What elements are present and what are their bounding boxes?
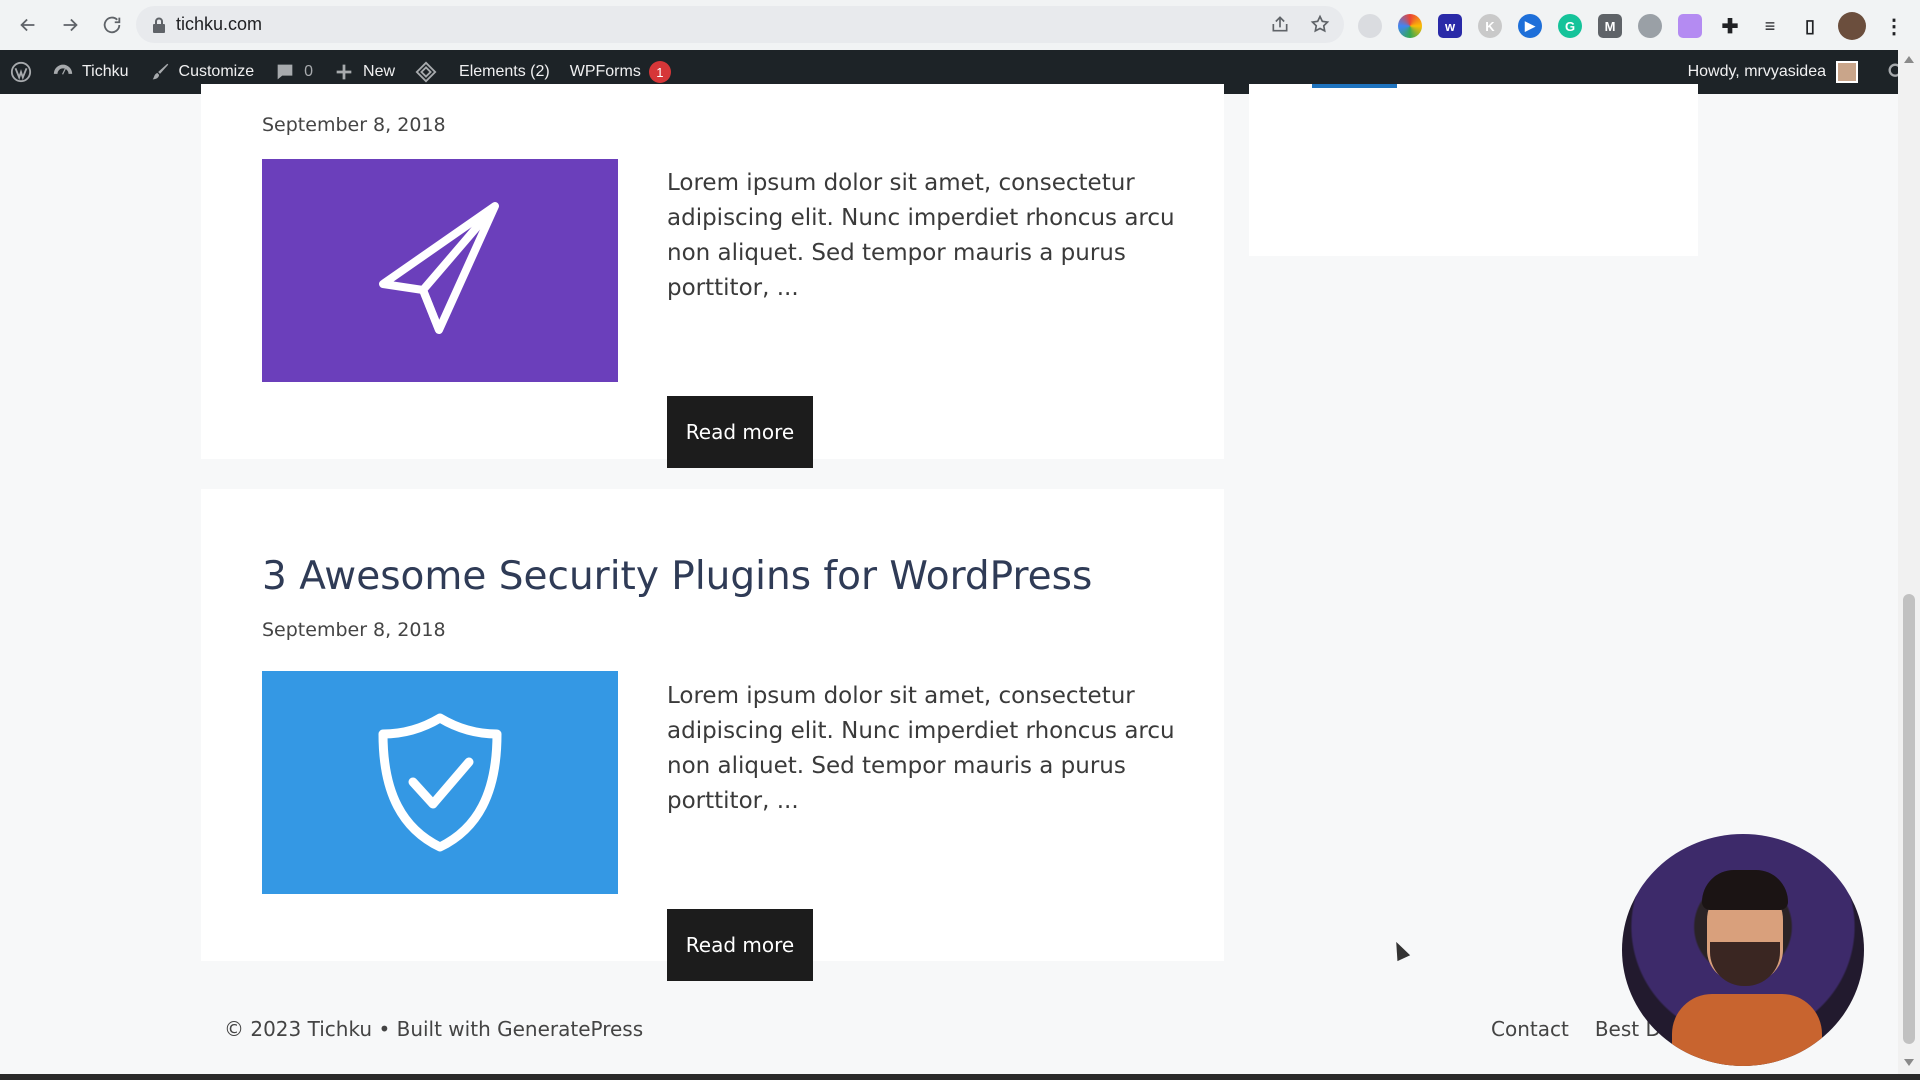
share-icon[interactable] bbox=[1270, 14, 1290, 34]
presenter-shirt bbox=[1672, 994, 1822, 1066]
sidebar-widget bbox=[1249, 84, 1698, 256]
extension-icon-3[interactable]: w bbox=[1438, 14, 1462, 38]
site-name-link[interactable]: Tichku bbox=[42, 50, 139, 94]
extension-icon-1[interactable] bbox=[1358, 14, 1382, 38]
comments-count: 0 bbox=[304, 63, 314, 80]
page-scrollbar[interactable] bbox=[1898, 50, 1920, 1074]
read-more-button[interactable]: Read more bbox=[667, 909, 813, 981]
extension-icon-4[interactable]: K bbox=[1478, 14, 1502, 38]
post-thumbnail[interactable] bbox=[262, 159, 618, 382]
paper-plane-icon bbox=[379, 202, 499, 334]
paintbrush-icon bbox=[152, 63, 168, 80]
howdy-user-label[interactable]: Howdy, mrvyasidea bbox=[1688, 63, 1826, 81]
forward-button[interactable] bbox=[50, 5, 90, 45]
post-card: September 8, 2018 Lorem ipsum dolor sit … bbox=[201, 84, 1224, 468]
address-bar[interactable]: tichku.com bbox=[136, 6, 1344, 43]
customize-label: Customize bbox=[178, 63, 255, 80]
post-excerpt: Lorem ipsum dolor sit amet, consectetur … bbox=[667, 683, 1175, 814]
extension-icon-5[interactable]: ▶ bbox=[1518, 14, 1542, 38]
shield-check-icon bbox=[378, 713, 502, 852]
scroll-down-arrow-icon[interactable] bbox=[1904, 1059, 1914, 1066]
extension-icon-6[interactable]: G bbox=[1558, 14, 1582, 38]
post-excerpt: Lorem ipsum dolor sit amet, consectetur … bbox=[667, 170, 1175, 301]
plus-icon bbox=[336, 64, 352, 80]
post-date[interactable]: September 8, 2018 bbox=[262, 114, 446, 136]
bookmark-star-icon[interactable] bbox=[1310, 14, 1330, 34]
browser-toolbar: tichku.com w K ▶ G M ✚ ≡ ▯ ⋮ bbox=[0, 0, 1920, 50]
post-date[interactable]: September 8, 2018 bbox=[262, 619, 446, 641]
footer-copyright: © 2023 Tichku • Built with GeneratePress bbox=[224, 1017, 644, 1041]
extension-icon-9[interactable] bbox=[1678, 14, 1702, 38]
post-thumbnail[interactable] bbox=[262, 671, 618, 894]
site-name-label: Tichku bbox=[82, 63, 129, 80]
new-label: New bbox=[363, 63, 396, 80]
wpforms-label: WPForms bbox=[569, 63, 641, 80]
footer-link-contact[interactable]: Contact bbox=[1491, 1017, 1569, 1041]
presenter-hair bbox=[1702, 870, 1788, 910]
extension-icon-2[interactable] bbox=[1398, 14, 1422, 38]
page-content: September 8, 2018 Lorem ipsum dolor sit … bbox=[0, 84, 1898, 1074]
read-more-button[interactable]: Read more bbox=[667, 396, 813, 468]
sidebar-accent-line bbox=[1312, 84, 1397, 88]
reading-list-icon[interactable]: ≡ bbox=[1758, 14, 1782, 38]
dashboard-icon bbox=[53, 64, 73, 75]
wpforms-notification-badge: 1 bbox=[648, 61, 671, 83]
extension-icon-8[interactable] bbox=[1638, 14, 1662, 38]
post-card: 3 Awesome Security Plugins for WordPress… bbox=[201, 489, 1224, 981]
back-arrow-icon bbox=[20, 18, 35, 32]
scrollbar-thumb[interactable] bbox=[1903, 594, 1915, 1044]
generatepress-diamond-icon bbox=[415, 61, 437, 83]
wordpress-logo-button[interactable] bbox=[0, 50, 42, 94]
reload-icon bbox=[103, 16, 121, 34]
wordpress-logo-icon bbox=[10, 61, 32, 83]
url-text: tichku.com bbox=[176, 14, 263, 34]
user-avatar[interactable] bbox=[1836, 61, 1858, 83]
post-title[interactable]: 3 Awesome Security Plugins for WordPress bbox=[262, 554, 1092, 599]
extensions-row: w K ▶ G M ✚ ≡ ▯ ⋮ bbox=[1358, 12, 1906, 40]
forward-arrow-icon bbox=[63, 18, 78, 32]
webcam-overlay bbox=[1622, 834, 1864, 1066]
back-button[interactable] bbox=[8, 5, 48, 45]
reload-button[interactable] bbox=[92, 5, 132, 45]
lock-icon bbox=[153, 17, 165, 33]
extension-icon-7[interactable]: M bbox=[1598, 14, 1622, 38]
presenter-beard bbox=[1710, 942, 1780, 986]
elements-label: Elements (2) bbox=[459, 63, 550, 80]
comment-bubble-icon bbox=[277, 64, 293, 80]
bottom-edge bbox=[0, 1074, 1920, 1080]
side-panel-icon[interactable]: ▯ bbox=[1798, 14, 1822, 38]
scroll-up-arrow-icon[interactable] bbox=[1904, 56, 1914, 63]
profile-avatar[interactable] bbox=[1838, 12, 1866, 40]
puzzle-icon[interactable]: ✚ bbox=[1718, 14, 1742, 38]
kebab-menu-icon[interactable]: ⋮ bbox=[1882, 14, 1906, 38]
